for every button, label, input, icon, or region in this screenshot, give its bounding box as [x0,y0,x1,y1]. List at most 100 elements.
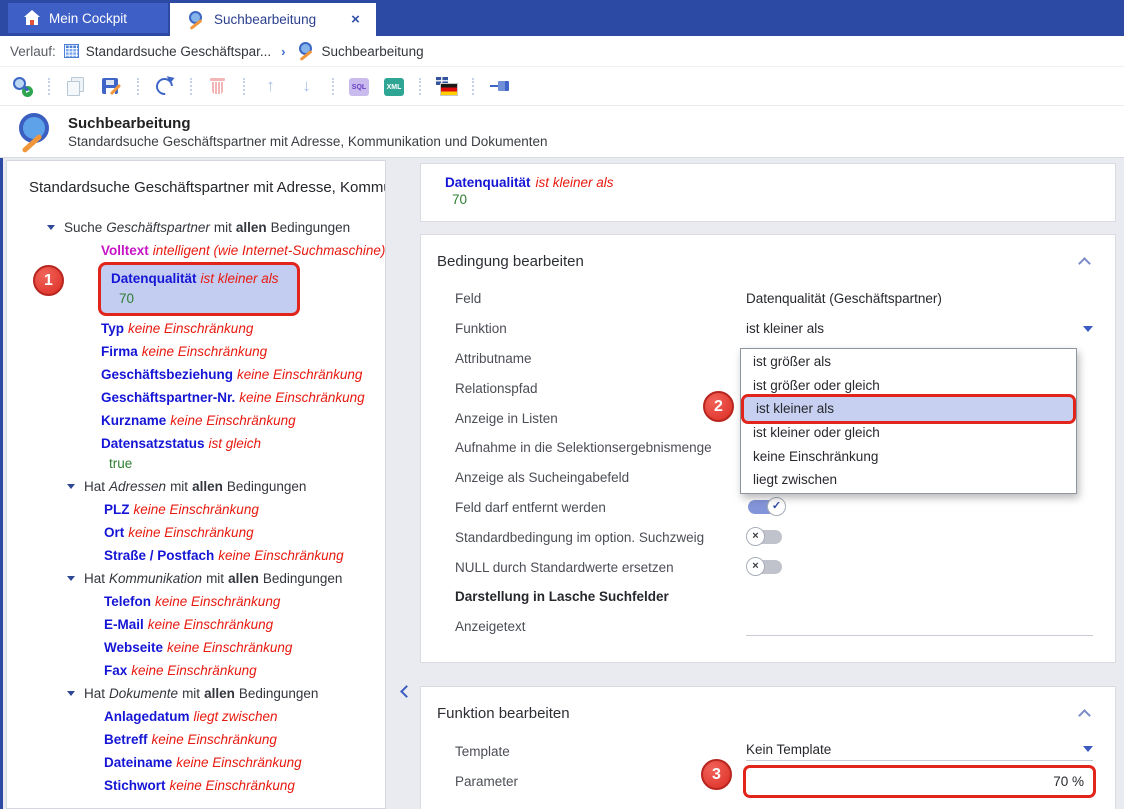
tree-node-text: Geschäftspartner-Nr.keine Einschränkung [101,386,369,409]
dropdown-option[interactable]: ist größer als [741,350,1076,374]
breadcrumb-item[interactable]: Standardsuche Geschäftspar... [64,44,271,59]
tree-leaf-node[interactable]: Telefonkeine Einschränkung [7,590,385,613]
summary-value: 70 [445,190,1115,210]
select-field[interactable]: Kein Template [746,742,1093,761]
chevron-down-icon[interactable] [1083,746,1093,752]
tree-leaf-node[interactable]: E-Mailkeine Einschränkung [7,613,385,636]
parameter-input[interactable]: 70 % [746,768,1093,795]
delete-icon [207,76,228,96]
tree-leaf-node[interactable]: Anlagedatumliegt zwischen [7,705,385,728]
tree-node-line: Ortkeine Einschränkung [104,525,258,540]
tree-text-segment: ist kleiner als [201,271,279,286]
tree-text-segment: Ort [104,525,124,540]
tree-text-segment: allen [192,479,223,494]
tree-branch-node[interactable]: SucheGeschäftspartnermitallenBedingungen [7,216,385,239]
toggle-switch[interactable]: × [746,527,786,547]
field-value: ist kleiner als [746,321,1093,336]
tree-leaf-node[interactable]: Dateinamekeine Einschränkung [7,751,385,774]
refresh-icon[interactable] [154,76,175,96]
sql-icon[interactable]: SQL [349,78,369,96]
tree-text-segment: PLZ [104,502,130,517]
field-label: Feld darf entfernt werden [455,500,746,515]
tree-leaf-node[interactable]: Stichwortkeine Einschränkung [7,774,385,797]
tree-leaf-node[interactable]: Geschäftspartner-Nr.keine Einschränkung [7,386,385,409]
tree-text-segment: Suche [64,220,102,235]
tree-leaf-node[interactable]: Straße / Postfachkeine Einschränkung [7,544,385,567]
tree-node-text: Webseitekeine Einschränkung [104,636,296,659]
tree-leaf-node[interactable]: Faxkeine Einschränkung [7,659,385,682]
tree-text-segment: mit [170,479,188,494]
tree-text-segment: Bedingungen [227,479,307,494]
toggle-switch[interactable]: × [746,557,786,577]
tree-branch-node[interactable]: HatDokumentemitallenBedingungen [7,682,385,705]
collapse-card-chevron-icon[interactable] [1078,257,1091,270]
xml-icon[interactable]: XML [384,78,404,96]
dropdown-option[interactable]: ist kleiner als [744,397,1073,421]
toolbar-separator [137,78,139,95]
tree-node-text: Ortkeine Einschränkung [104,521,258,544]
select-field[interactable]: ist kleiner als [746,321,1093,336]
toolbar-separator [472,78,474,95]
tree-leaf-node[interactable]: Webseitekeine Einschränkung [7,636,385,659]
tree-text-segment: Webseite [104,640,163,655]
chevron-down-icon[interactable] [1083,326,1093,332]
tree-leaf-node[interactable]: Kurznamekeine Einschränkung [7,409,385,432]
dropdown-option[interactable]: ist kleiner oder gleich [741,421,1076,445]
card-title: Bedingung bearbeiten [437,253,584,270]
toggle-switch[interactable]: ✓ [746,497,786,517]
close-tab-icon[interactable]: × [351,12,360,27]
tree-node-text: HatKommunikationmitallenBedingungen [84,567,346,590]
tree-node-line: Geschäftsbeziehungkeine Einschränkung [101,367,366,382]
tree-node-line: E-Mailkeine Einschränkung [104,617,277,632]
breadcrumb-item[interactable]: Suchbearbeitung [296,42,424,60]
tab-suchbearbeitung[interactable]: Suchbearbeitung× [170,3,376,36]
card-title: Funktion bearbeiten [437,705,570,722]
annotation-step-3: 3 [701,759,732,790]
tree-node-text: Anlagedatumliegt zwischen [104,705,282,728]
collapse-panel-chevron-icon[interactable] [400,685,413,698]
tree-leaf-node[interactable]: Typkeine Einschränkung [7,317,385,340]
collapse-triangle-icon[interactable] [67,691,75,696]
collapse-triangle-icon[interactable] [67,576,75,581]
tree-node-text: Betreffkeine Einschränkung [104,728,281,751]
tree-branch-node[interactable]: HatKommunikationmitallenBedingungen [7,567,385,590]
tree-leaf-node[interactable]: Geschäftsbeziehungkeine Einschränkung [7,363,385,386]
tree-node-text: Datensatzstatusist gleichtrue [101,432,265,475]
tree-leaf-node[interactable]: Ortkeine Einschränkung [7,521,385,544]
tree-leaf-node[interactable]: Volltextintelligent (wie Internet-Suchma… [7,239,385,262]
tab-mein-cockpit[interactable]: Mein Cockpit [8,3,168,33]
application-window: Mein CockpitSuchbearbeitung× Verlauf: St… [0,0,1124,809]
form-row: FeldDatenqualität (Geschäftspartner) [421,284,1115,314]
dropdown-option[interactable]: liegt zwischen [741,468,1076,492]
tree-text-segment: ist gleich [209,436,262,451]
tree-leaf-node[interactable]: Firmakeine Einschränkung [7,340,385,363]
tree-leaf-node[interactable]: Datensatzstatusist gleichtrue [7,432,385,475]
collapse-triangle-icon[interactable] [67,484,75,489]
language-flag-icon[interactable] [436,76,457,96]
tree-text-segment: Kurzname [101,413,166,428]
check-icon: ✓ [767,497,786,516]
dropdown-option[interactable]: ist größer oder gleich [741,374,1076,398]
field-label: Attributname [455,351,746,366]
tab-label: Mein Cockpit [49,11,127,26]
field-label: Aufnahme in die Selektionsergebnismenge [455,440,746,455]
field-value: Datenqualität (Geschäftspartner) [746,291,1093,306]
tree-node-line: HatAdressenmitallenBedingungen [84,479,310,494]
tree-text-segment: Anlagedatum [104,709,190,724]
tree-leaf-node[interactable]: Datenqualitätist kleiner als70 [7,265,385,313]
tree-node-line: Datensatzstatusist gleich [101,436,265,451]
text-input[interactable] [746,618,1093,636]
tree-branch-node[interactable]: HatAdressenmitallenBedingungen [7,475,385,498]
breadcrumb-item-label: Suchbearbeitung [322,44,424,59]
dropdown-option[interactable]: keine Einschränkung [741,444,1076,468]
tree-text-segment: Dokumente [109,686,178,701]
collapse-card-chevron-icon[interactable] [1078,709,1091,722]
collapse-triangle-icon[interactable] [47,225,55,230]
field-label: Darstellung in Lasche Suchfelder [455,589,746,604]
tree-leaf-node[interactable]: Betreffkeine Einschränkung [7,728,385,751]
run-search-icon[interactable] [12,76,33,96]
pin-icon[interactable] [489,76,510,96]
save-icon[interactable] [101,76,122,96]
field-label: Feld [455,291,746,306]
tree-leaf-node[interactable]: PLZkeine Einschränkung [7,498,385,521]
